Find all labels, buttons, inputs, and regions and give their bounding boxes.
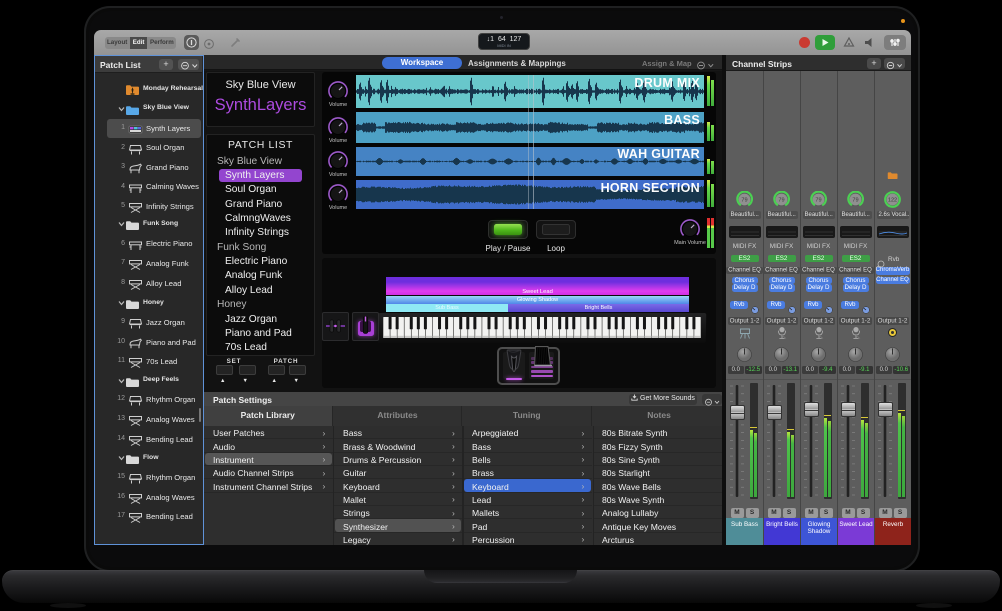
svg-text:122: 122: [888, 197, 897, 203]
svg-text:79: 79: [815, 197, 821, 203]
svg-text:79: 79: [778, 197, 784, 203]
svg-text:79: 79: [741, 197, 747, 203]
svg-text:79: 79: [852, 197, 858, 203]
